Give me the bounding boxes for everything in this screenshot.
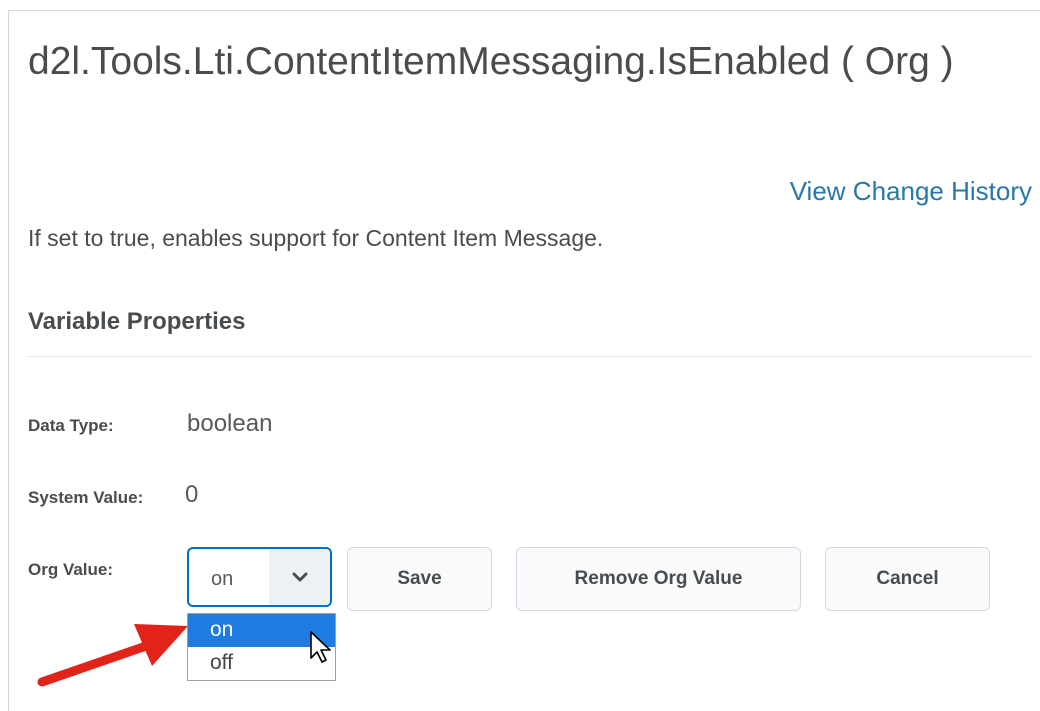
data-type-label: Data Type: [28, 416, 114, 435]
section-heading: Variable Properties [28, 308, 246, 335]
mouse-pointer-icon [310, 631, 331, 663]
system-value-label: System Value: [28, 488, 144, 507]
data-type-value: boolean [187, 410, 273, 437]
frame-border-top [8, 10, 1040, 11]
frame-border-left [8, 10, 9, 711]
chevron-down-icon[interactable] [269, 549, 330, 605]
save-button[interactable]: Save [347, 547, 492, 611]
remove-org-value-button[interactable]: Remove Org Value [516, 547, 801, 611]
org-value-label: Org Value: [28, 560, 114, 579]
org-value-select[interactable]: on [187, 547, 332, 607]
org-value-selected-text: on [211, 568, 234, 590]
system-value-value: 0 [185, 481, 199, 508]
red-arrow-annotation [37, 624, 188, 687]
cancel-button[interactable]: Cancel [825, 547, 990, 611]
view-change-history-link[interactable]: View Change History [790, 176, 1032, 207]
variable-description: If set to true, enables support for Cont… [28, 225, 604, 251]
section-divider [28, 356, 1032, 357]
page-title: d2l.Tools.Lti.ContentItemMessaging.IsEna… [28, 40, 954, 83]
